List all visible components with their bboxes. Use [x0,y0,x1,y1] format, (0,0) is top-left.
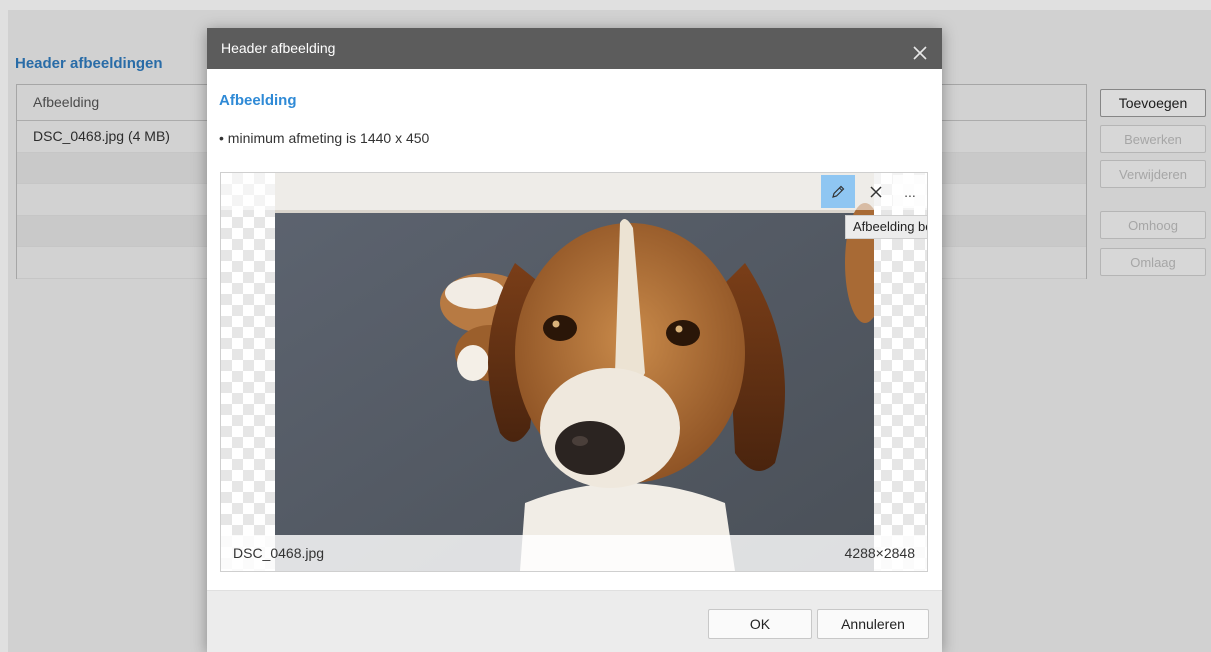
image-toolbar: ... [221,173,927,210]
close-icon[interactable] [859,175,893,208]
dialog-footer: OK Annuleren [207,590,942,652]
dog-photo [275,173,874,571]
size-hint: • minimum afmeting is 1440 x 450 [219,130,430,146]
cancel-button[interactable]: Annuleren [817,609,929,639]
image-info-bar: DSC_0468.jpg 4288×2848 [221,535,927,571]
image-dialog: Header afbeelding Afbeelding • minimum a… [207,28,942,652]
dialog-title: Header afbeelding [221,40,336,56]
pencil-icon[interactable] [821,175,855,208]
ok-button[interactable]: OK [708,609,812,639]
image-dimensions: 4288×2848 [844,545,915,561]
image-filename: DSC_0468.jpg [233,545,325,561]
more-options-icon[interactable]: ... [893,175,927,208]
dialog-subtitle: Afbeelding [219,92,297,109]
edit-tooltip: Afbeelding bewerken [845,215,927,239]
close-icon[interactable] [910,38,930,60]
dialog-header: Header afbeelding [207,28,942,69]
image-preview[interactable]: ... Afbeelding bewerken DSC_0468.jpg 428… [220,172,928,572]
